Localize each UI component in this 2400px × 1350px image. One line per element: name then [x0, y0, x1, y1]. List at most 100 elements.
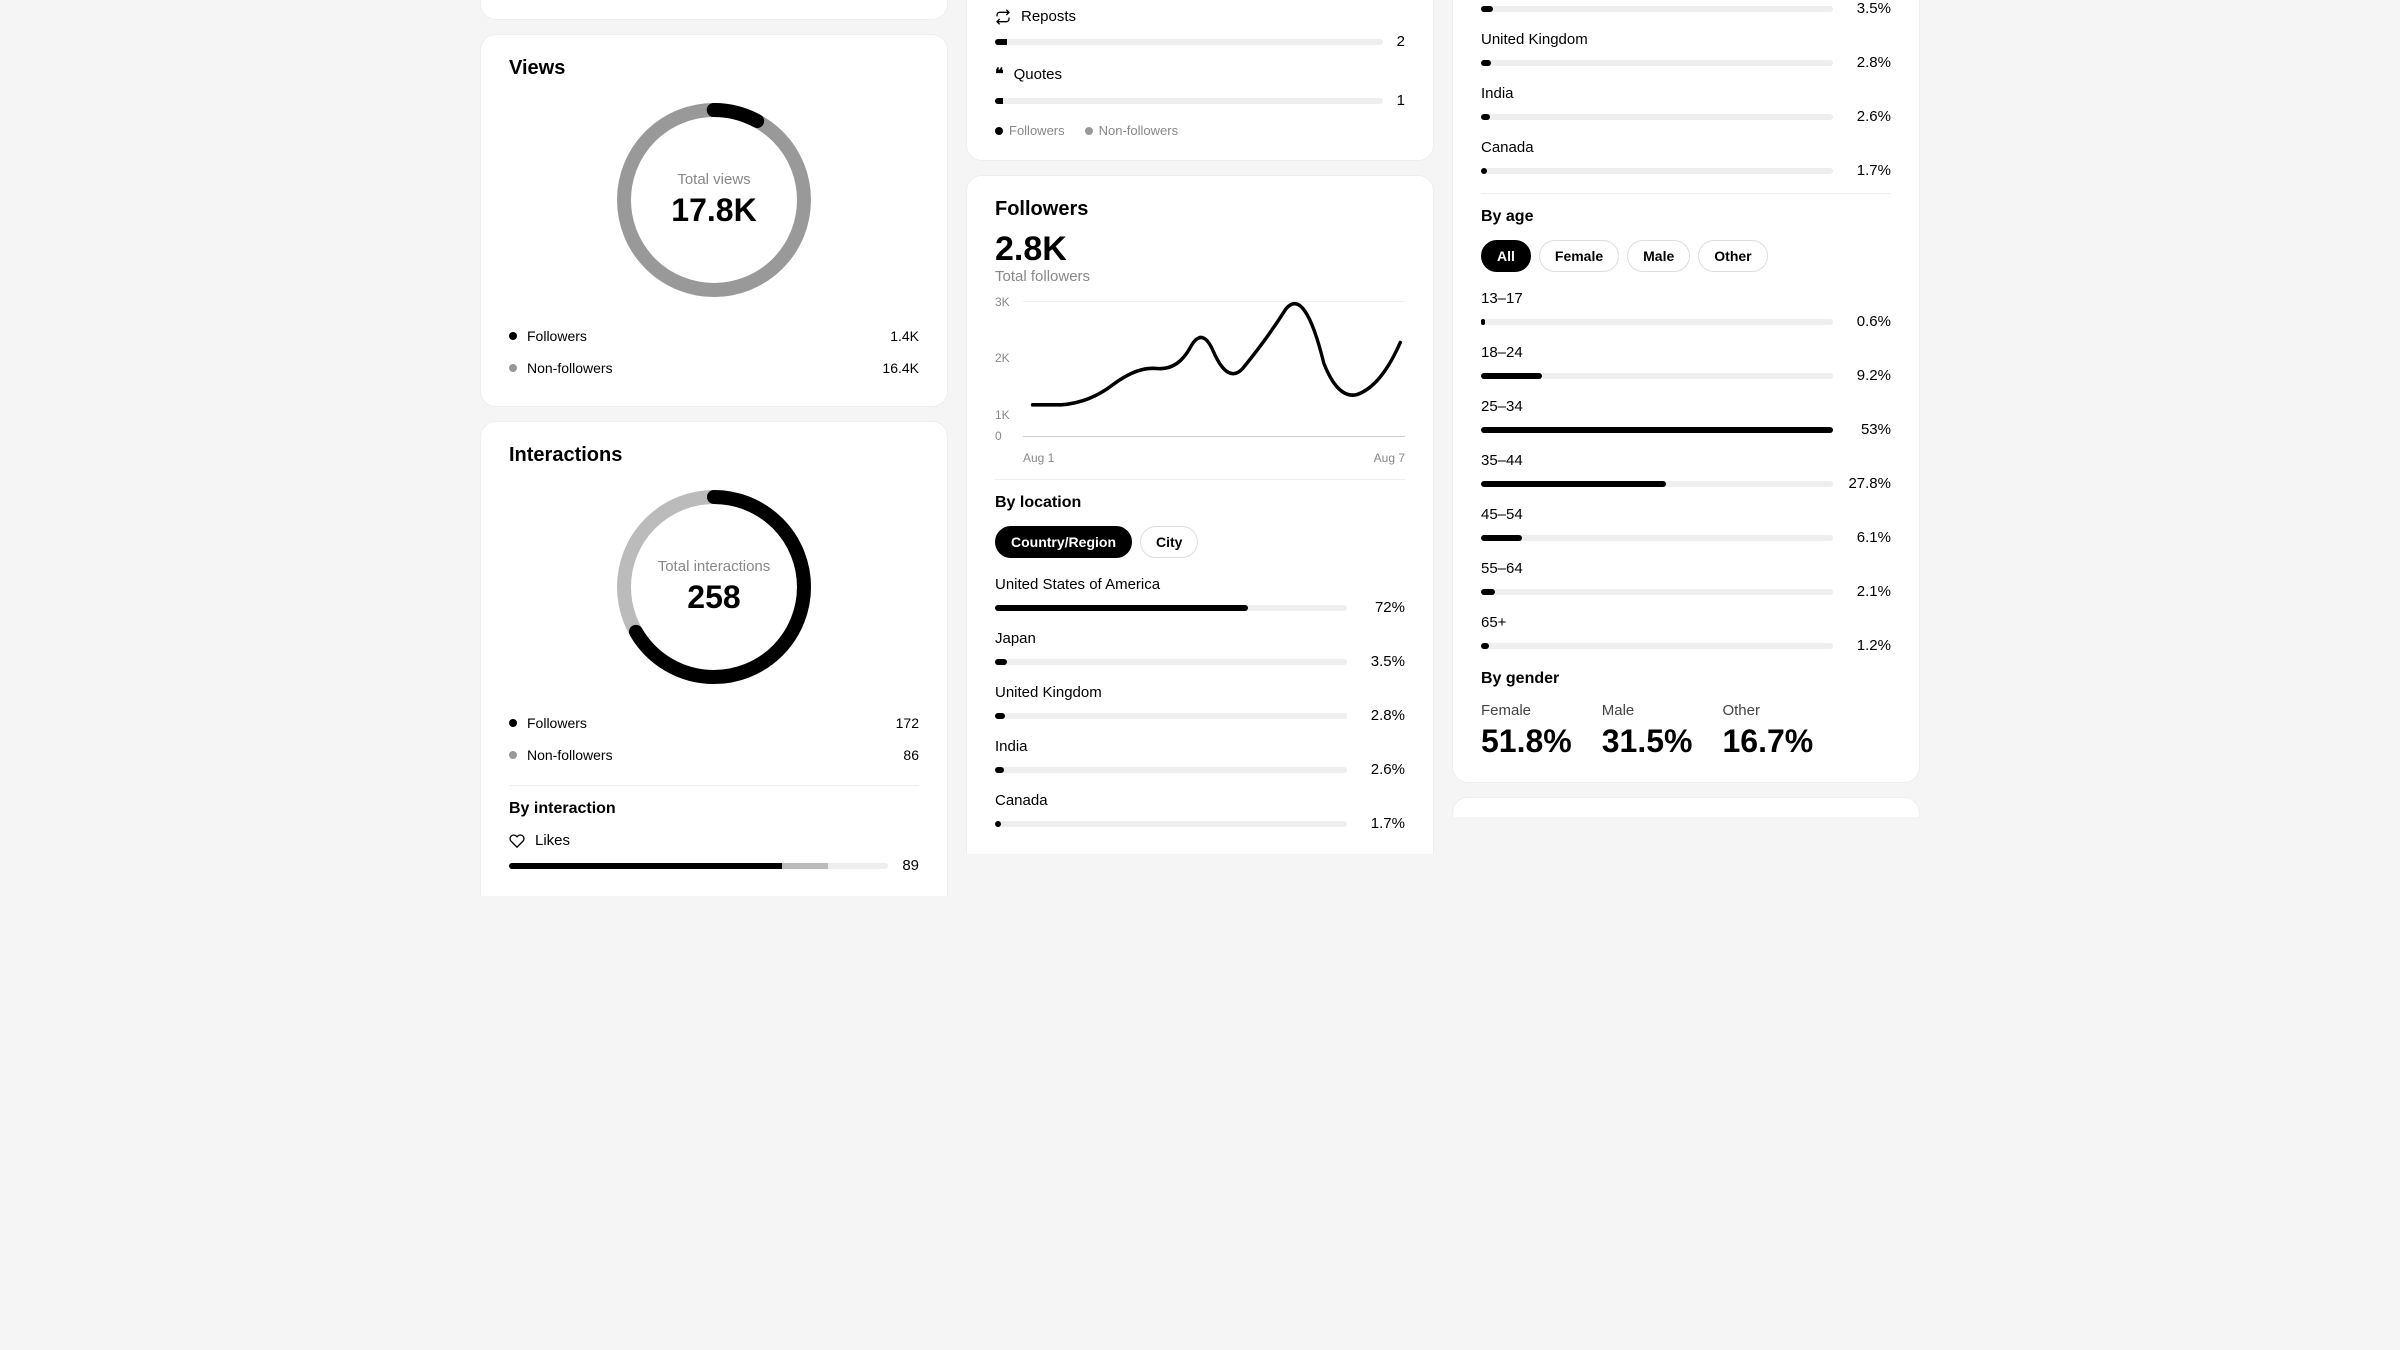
- bar-label: Japan: [995, 630, 1405, 647]
- bar-row: United Kingdom 2.8%: [995, 684, 1405, 724]
- reposts-value: 2: [1397, 33, 1405, 50]
- bar-label: 25–34: [1481, 398, 1891, 415]
- bar-track: [1481, 481, 1833, 487]
- bar-track: [1481, 114, 1833, 120]
- bar-track: [1481, 6, 1833, 12]
- quotes-bar: [995, 98, 1383, 104]
- interactions-title: Interactions: [509, 444, 919, 467]
- bar-row: 25–34 53%: [1481, 398, 1891, 438]
- bar-row: 65+ 1.2%: [1481, 614, 1891, 654]
- gender-value: 31.5%: [1602, 723, 1693, 760]
- bar-label: United Kingdom: [995, 684, 1405, 701]
- bar-pct: 2.1%: [1847, 583, 1891, 600]
- views-followers-label: Followers: [527, 328, 587, 344]
- bar-track: [995, 605, 1347, 611]
- dot-icon: [509, 332, 517, 340]
- ytick: 2K: [995, 351, 1010, 365]
- bar-label: United Kingdom: [1481, 31, 1891, 48]
- gender-label: Male: [1602, 702, 1693, 719]
- likes-bar: [509, 863, 888, 869]
- repost-icon: [995, 9, 1011, 25]
- by-interaction-title: By interaction: [509, 800, 919, 818]
- views-center-value: 17.8K: [671, 192, 756, 229]
- heart-icon: [509, 833, 525, 849]
- dot-icon: [509, 364, 517, 372]
- previous-card-edge: [480, 0, 948, 20]
- views-nonfollowers-value: 16.4K: [882, 360, 919, 376]
- bar-label: Canada: [995, 792, 1405, 809]
- xlabel-start: Aug 1: [1023, 451, 1054, 465]
- engagement-legend: Followers Non-followers: [995, 123, 1405, 138]
- interactions-followers-value: 172: [896, 715, 919, 731]
- interactions-donut: Total interactions 258: [614, 487, 814, 687]
- ytick: 1K: [995, 408, 1010, 422]
- interactions-followers-label: Followers: [527, 715, 587, 731]
- views-title: Views: [509, 57, 919, 80]
- bar-row: United States of America 72%: [995, 576, 1405, 616]
- views-nonfollowers-label: Non-followers: [527, 360, 613, 376]
- followers-total-value: 2.8K: [995, 231, 1405, 268]
- interactions-nonfollowers-row: Non-followers 86: [509, 739, 919, 771]
- tab-country[interactable]: Country/Region: [995, 526, 1132, 558]
- tab-age-other[interactable]: Other: [1698, 240, 1767, 272]
- bar-track: [1481, 168, 1833, 174]
- views-followers-value: 1.4K: [890, 328, 919, 344]
- bar-pct: 53%: [1847, 421, 1891, 438]
- bar-row: 45–54 6.1%: [1481, 506, 1891, 546]
- bar-row: Canada 1.7%: [995, 792, 1405, 832]
- ytick: 3K: [995, 295, 1010, 309]
- bar-pct: 1.7%: [1847, 162, 1891, 179]
- demographics-card: 3.5% United Kingdom 2.8% India 2.6% Cana…: [1452, 0, 1920, 783]
- by-location-title: By location: [995, 494, 1405, 512]
- gender-label: Female: [1481, 702, 1572, 719]
- bar-row: Canada 1.7%: [1481, 139, 1891, 179]
- bar-track: [1481, 535, 1833, 541]
- bar-pct: 27.8%: [1847, 475, 1891, 492]
- gender-label: Other: [1722, 702, 1813, 719]
- followers-title: Followers: [995, 198, 1405, 221]
- bar-pct: 2.8%: [1847, 54, 1891, 71]
- reposts-row: Reposts: [995, 8, 1405, 25]
- bar-pct: 3.5%: [1361, 653, 1405, 670]
- followers-card: Followers 2.8K Total followers 3K 2K 1K …: [966, 175, 1434, 854]
- quote-icon: ❝: [995, 64, 1004, 84]
- legend-followers: Followers: [1009, 123, 1065, 138]
- bar-row: India 2.6%: [1481, 85, 1891, 125]
- bar-pct: 9.2%: [1847, 367, 1891, 384]
- bar-label: United States of America: [995, 576, 1405, 593]
- bar-label: 13–17: [1481, 290, 1891, 307]
- gender-col: Female 51.8%: [1481, 702, 1572, 760]
- views-center-label: Total views: [677, 171, 750, 188]
- bar-pct: 3.5%: [1847, 0, 1891, 17]
- bar-row: 35–44 27.8%: [1481, 452, 1891, 492]
- bar-row: United Kingdom 2.8%: [1481, 31, 1891, 71]
- views-card: Views Total views 17.8K Followers 1.4K: [480, 34, 948, 407]
- tab-age-all[interactable]: All: [1481, 240, 1531, 272]
- bar-pct: 72%: [1361, 599, 1405, 616]
- bar-label: India: [995, 738, 1405, 755]
- bar-pct: 2.8%: [1361, 707, 1405, 724]
- bar-track: [995, 767, 1347, 773]
- bar-track: [995, 821, 1347, 827]
- quotes-row: ❝ Quotes: [995, 64, 1405, 84]
- likes-row: Likes: [509, 832, 919, 849]
- bar-label: 35–44: [1481, 452, 1891, 469]
- dot-icon: [1085, 127, 1093, 135]
- next-card-edge: [1452, 797, 1920, 817]
- xlabel-end: Aug 7: [1374, 451, 1405, 465]
- legend-nonfollowers: Non-followers: [1099, 123, 1178, 138]
- bar-row: Japan 3.5%: [995, 630, 1405, 670]
- tab-city[interactable]: City: [1140, 526, 1198, 558]
- dot-icon: [509, 719, 517, 727]
- reposts-bar: [995, 39, 1383, 45]
- gender-col: Other 16.7%: [1722, 702, 1813, 760]
- interactions-followers-row: Followers 172: [509, 707, 919, 739]
- bar-track: [995, 713, 1347, 719]
- gender-value: 16.7%: [1722, 723, 1813, 760]
- dot-icon: [509, 751, 517, 759]
- likes-label: Likes: [535, 832, 570, 849]
- tab-age-male[interactable]: Male: [1627, 240, 1690, 272]
- followers-line-chart: 3K 2K 1K 0 Aug 1 Aug 7: [995, 295, 1405, 465]
- bar-pct: 6.1%: [1847, 529, 1891, 546]
- tab-age-female[interactable]: Female: [1539, 240, 1619, 272]
